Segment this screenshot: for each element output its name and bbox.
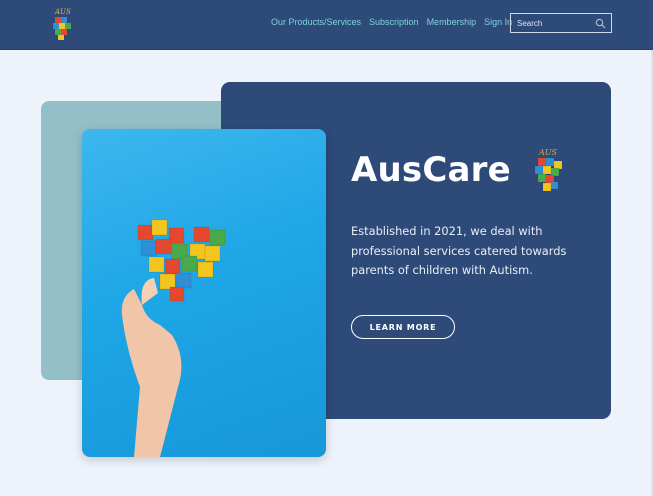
svg-text:AUS: AUS (538, 148, 558, 157)
hero-description: Established in 2021, we deal with profes… (351, 224, 567, 277)
search-input[interactable] (511, 14, 591, 32)
hand-holding-puzzle-heart-image (121, 219, 226, 457)
nav-link-membership[interactable]: Membership (427, 17, 477, 27)
auscare-puzzle-logo: AUS (534, 148, 563, 192)
navbar: AUS Our Products/Services Subscription M… (0, 0, 653, 50)
learn-more-button[interactable]: LEARN MORE (351, 315, 455, 339)
search-box[interactable] (510, 13, 612, 33)
svg-text:AUS: AUS (54, 8, 71, 16)
auscare-logo[interactable]: AUS (46, 6, 76, 42)
nav-link-subscription[interactable]: Subscription (369, 17, 419, 27)
hero-photo (82, 129, 326, 457)
nav-link-products-services[interactable]: Our Products/Services (271, 17, 361, 27)
hero-title: AusCare (351, 150, 511, 190)
nav-link-sign-in[interactable]: Sign In (484, 17, 512, 27)
search-icon[interactable] (595, 18, 606, 29)
nav-links: Our Products/Services Subscription Membe… (271, 17, 520, 27)
